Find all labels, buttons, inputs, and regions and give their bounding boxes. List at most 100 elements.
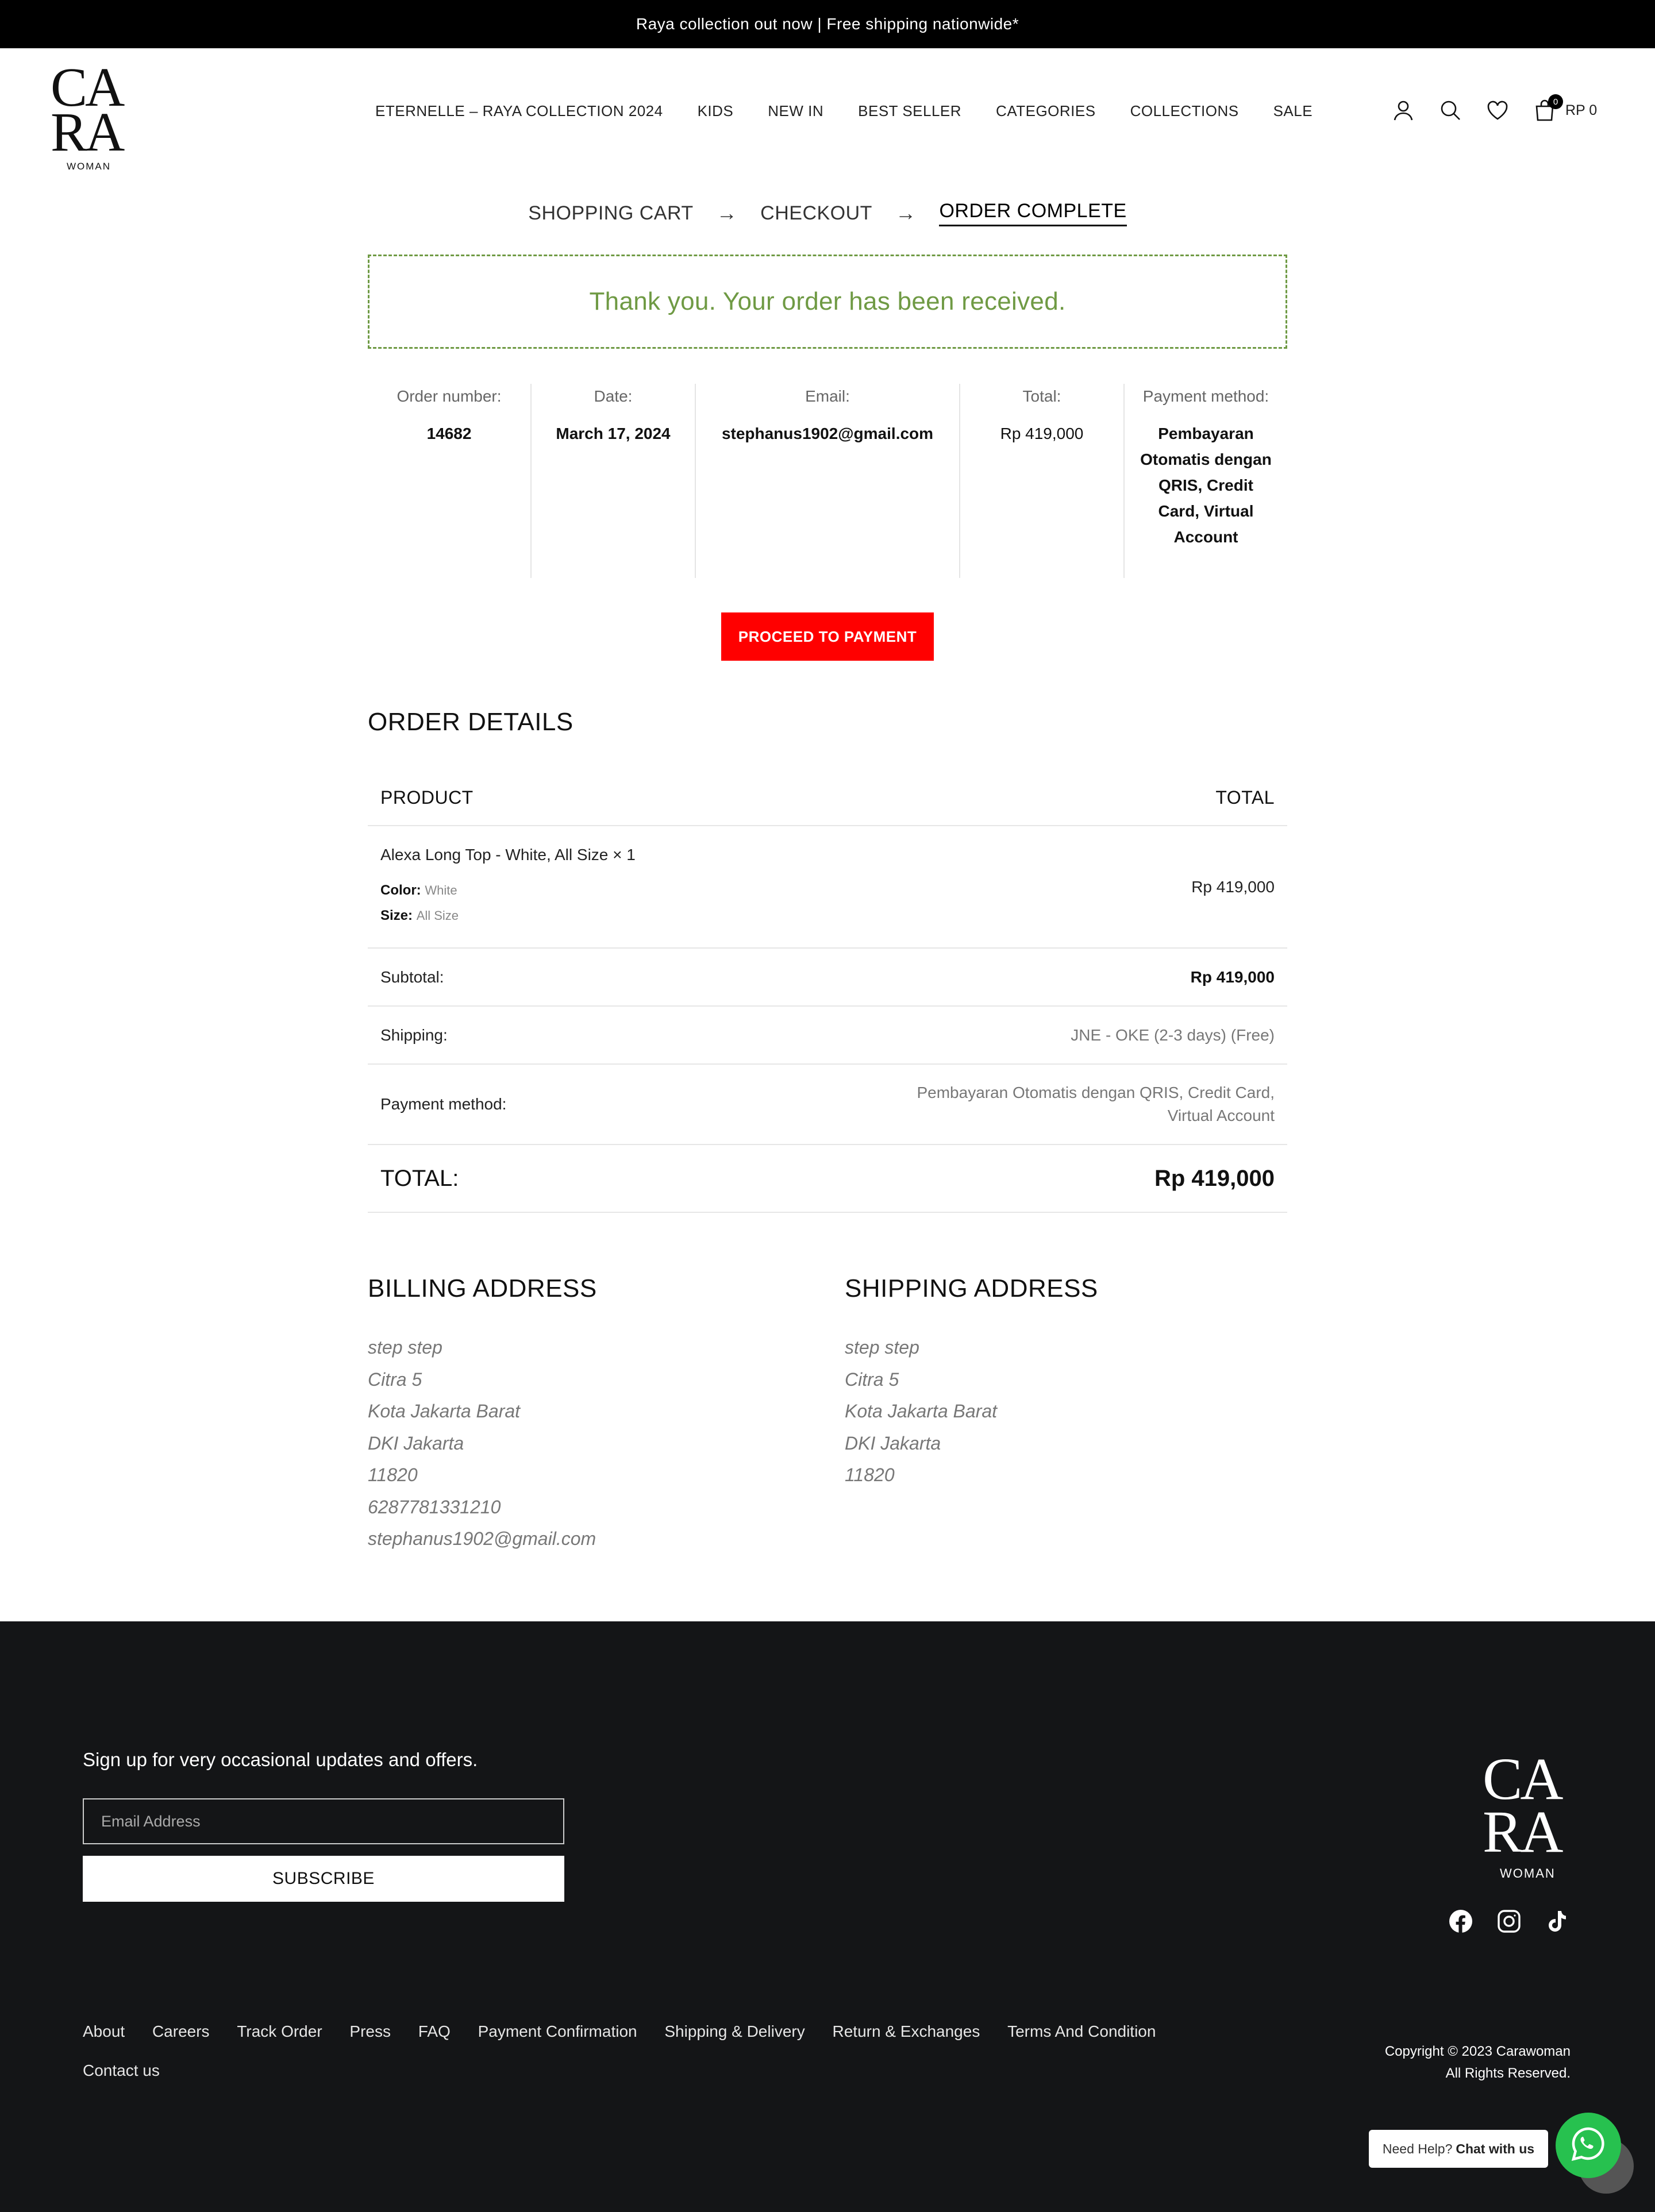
product-qty: × 1	[613, 845, 636, 864]
footer-link-contact[interactable]: Contact us	[83, 2051, 160, 2090]
order-overview: Order number: 14682 Date: March 17, 2024…	[368, 384, 1287, 578]
nav-item-kids[interactable]: KIDS	[698, 102, 734, 120]
footer-link-terms[interactable]: Terms And Condition	[1007, 2012, 1156, 2051]
announcement-bar: Raya collection out now | Free shipping …	[0, 0, 1655, 48]
nav-item-eternelle[interactable]: ETERNELLE – RAYA COLLECTION 2024	[375, 102, 663, 120]
overview-label: Email:	[805, 387, 850, 405]
nav-item-categories[interactable]: CATEGORIES	[996, 102, 1096, 120]
size-label: Size:	[380, 907, 413, 923]
product-size: Size: All Size	[380, 903, 636, 928]
product-name[interactable]: Alexa Long Top - White, All Size	[380, 846, 608, 864]
step-order-complete: ORDER COMPLETE	[939, 200, 1127, 226]
column-product: PRODUCT	[380, 787, 474, 808]
logo-line-2: RA	[1483, 1799, 1563, 1865]
brand-logo[interactable]: CA RA WOMAN	[51, 59, 125, 172]
footer-link-track-order[interactable]: Track Order	[237, 2012, 322, 2051]
table-row: Alexa Long Top - White, All Size × 1 Col…	[368, 826, 1287, 949]
proceed-to-payment-button[interactable]: PROCEED TO PAYMENT	[721, 612, 934, 661]
footer-links: About Careers Track Order Press FAQ Paym…	[83, 2012, 1232, 2090]
billing-address-title: BILLING ADDRESS	[368, 1274, 597, 1302]
shipping-address: step step Citra 5 Kota Jakarta Barat DKI…	[845, 1332, 997, 1492]
logo-line-2: RA	[51, 101, 125, 163]
nav-item-collections[interactable]: COLLECTIONS	[1130, 102, 1239, 120]
heart-icon[interactable]	[1485, 98, 1510, 123]
billing-line: step step	[368, 1337, 442, 1358]
shipping-value: JNE - OKE (2-3 days) (Free)	[1071, 1026, 1275, 1044]
footer-link-faq[interactable]: FAQ	[418, 2012, 451, 2051]
overview-payment-method: Payment method: Pembayaran Otomatis deng…	[1125, 384, 1287, 578]
order-date-value: March 17, 2024	[556, 425, 671, 442]
product-name-line: Alexa Long Top - White, All Size × 1	[380, 846, 636, 864]
step-shopping-cart[interactable]: SHOPPING CART	[528, 202, 693, 225]
tiktok-icon[interactable]	[1545, 1909, 1570, 1934]
overview-total: Total: Rp 419,000	[960, 384, 1125, 578]
table-header: PRODUCT TOTAL	[368, 770, 1287, 826]
shipping-address-title: SHIPPING ADDRESS	[845, 1274, 1098, 1302]
order-number-value: 14682	[426, 425, 472, 442]
footer-link-return-exchanges[interactable]: Return & Exchanges	[833, 2012, 980, 2051]
order-email-value: stephanus1902@gmail.com	[721, 425, 934, 442]
order-details-table: PRODUCT TOTAL Alexa Long Top - White, Al…	[368, 770, 1287, 1213]
facebook-icon[interactable]	[1448, 1909, 1473, 1934]
newsletter-email-input[interactable]	[83, 1798, 564, 1844]
shipping-line: Citra 5	[845, 1369, 899, 1390]
search-icon[interactable]	[1438, 98, 1463, 123]
overview-email: Email: stephanus1902@gmail.com	[696, 384, 960, 578]
bag-icon[interactable]: 0	[1532, 94, 1563, 123]
shipping-row: Shipping: JNE - OKE (2-3 days) (Free)	[368, 1007, 1287, 1065]
order-received-text: Thank you. Your order has been received.	[589, 287, 1066, 315]
color-value: White	[425, 883, 457, 897]
size-value: All Size	[416, 908, 459, 923]
billing-line: 11820	[368, 1465, 418, 1485]
column-total: TOTAL	[1215, 787, 1275, 808]
subscribe-button[interactable]: SUBSCRIBE	[83, 1856, 564, 1902]
footer-link-press[interactable]: Press	[349, 2012, 391, 2051]
product-price: Rp 419,000	[1191, 877, 1275, 896]
footer-link-about[interactable]: About	[83, 2012, 125, 2051]
cart-count-badge: 0	[1548, 94, 1563, 109]
subtotal-row: Subtotal: Rp 419,000	[368, 949, 1287, 1007]
footer-link-careers[interactable]: Careers	[152, 2012, 210, 2051]
subtotal-value: Rp 419,000	[1190, 968, 1275, 986]
product-color: Color: White	[380, 878, 636, 903]
help-cta: Chat with us	[1456, 2141, 1535, 2156]
grand-total-value: Rp 419,000	[1154, 1165, 1275, 1191]
step-checkout[interactable]: CHECKOUT	[760, 202, 872, 225]
newsletter-text: Sign up for very occasional updates and …	[83, 1749, 478, 1770]
product-cell: Alexa Long Top - White, All Size × 1 Col…	[380, 846, 636, 928]
announcement-text: Raya collection out now | Free shipping …	[636, 15, 1019, 33]
product-meta: Color: White Size: All Size	[380, 878, 636, 928]
overview-label: Total:	[1022, 387, 1061, 405]
arrow-right-icon: →	[895, 201, 917, 225]
nav-item-new-in[interactable]: NEW IN	[768, 102, 823, 120]
order-details-title: ORDER DETAILS	[368, 708, 574, 736]
payment-method-value: Pembayaran Otomatis dengan QRIS, Credit …	[1140, 425, 1272, 546]
whatsapp-icon	[1569, 2125, 1607, 2166]
site-footer: Sign up for very occasional updates and …	[0, 1621, 1655, 2212]
footer-link-payment-confirmation[interactable]: Payment Confirmation	[478, 2012, 637, 2051]
nav-item-sale[interactable]: SALE	[1273, 102, 1313, 120]
help-prefix: Need Help?	[1382, 2141, 1453, 2156]
overview-label: Order number:	[397, 387, 502, 405]
shipping-line: Kota Jakarta Barat	[845, 1401, 998, 1421]
whatsapp-chat-button[interactable]	[1556, 2113, 1621, 2178]
payment-method-label: Payment method:	[380, 1095, 507, 1113]
overview-order-number: Order number: 14682	[368, 384, 532, 578]
billing-address: step step Citra 5 Kota Jakarta Barat DKI…	[368, 1332, 596, 1555]
overview-label: Date:	[594, 387, 633, 405]
chat-help-tooltip[interactable]: Need Help? Chat with us	[1369, 2130, 1548, 2168]
order-total-value: Rp 419,000	[1000, 425, 1084, 442]
color-label: Color:	[380, 882, 421, 898]
nav-item-best-seller[interactable]: BEST SELLER	[858, 102, 961, 120]
shipping-line: DKI Jakarta	[845, 1432, 941, 1454]
user-icon[interactable]	[1391, 98, 1416, 123]
instagram-icon[interactable]	[1496, 1909, 1522, 1934]
copyright-line: Copyright © 2023 Carawoman	[1384, 2044, 1571, 2059]
cart-total[interactable]: RP 0	[1565, 102, 1597, 119]
footer-link-shipping-delivery[interactable]: Shipping & Delivery	[664, 2012, 805, 2051]
checkout-steps: SHOPPING CART → CHECKOUT → ORDER COMPLET…	[0, 200, 1655, 226]
logo-tag: WOMAN	[1500, 1866, 1556, 1880]
footer-logo[interactable]: CA RA WOMAN	[1483, 1749, 1569, 1881]
header-actions: 0 RP 0	[1391, 94, 1597, 123]
overview-label: Payment method:	[1142, 387, 1269, 405]
